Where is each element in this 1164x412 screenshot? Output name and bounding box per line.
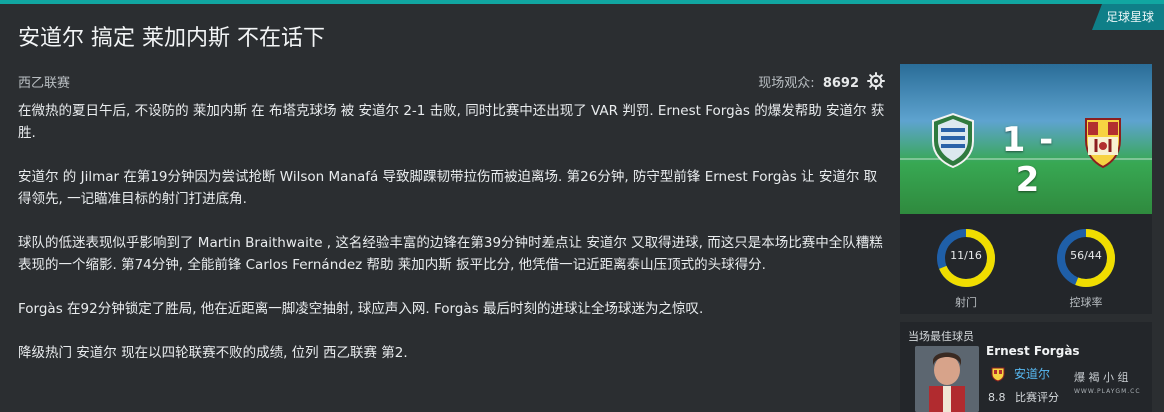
andorra-crest-icon	[1085, 118, 1121, 169]
shots-value: 11/16	[950, 249, 982, 262]
rating-row: 8.8 比赛评分	[988, 389, 1059, 405]
watermark-line-2: WWW.PLAYGM.CC	[1074, 388, 1141, 395]
rating-value: 8.8	[988, 391, 1006, 404]
report-paragraph: 球队的低迷表现似乎影响到了 Martin Braithwaite , 这名经验丰…	[18, 235, 883, 273]
report-paragraph: Forgàs 在92分钟锁定了胜局, 他在近距离一脚凌空抽射, 球应声入网. F…	[18, 301, 704, 317]
attendance-label: 现场观众:	[758, 75, 815, 91]
report-meta-row: 西乙联赛 现场观众: 8692	[18, 71, 885, 91]
competition-label: 西乙联赛	[18, 75, 71, 91]
possession-ring: 56/44	[1054, 226, 1118, 290]
shots-label: 射门	[955, 296, 977, 309]
attendance-info: 现场观众: 8692	[758, 72, 885, 91]
watermark: 爆 褐 小 组 WWW.PLAYGM.CC	[1074, 371, 1160, 401]
report-paragraph: 在微热的夏日午后, 不设防的 莱加内斯 在 布塔克球场 被 安道尔 2-1 击败…	[18, 103, 885, 141]
page-title: 安道尔 搞定 莱加内斯 不在话下	[18, 26, 325, 51]
gear-icon[interactable]	[867, 72, 885, 90]
match-stats: 11/16 射门 56/44 控球率	[900, 214, 1152, 314]
rating-label: 比赛评分	[1015, 391, 1059, 404]
leganes-crest-icon	[932, 112, 974, 169]
match-summary-panel: 1 - 2 11/16 射门 56/44 控球率 当场最佳球员 Ernest F…	[900, 64, 1152, 412]
corner-tag: 足球星球	[1091, 4, 1164, 30]
club-row[interactable]: 安道尔	[990, 365, 1050, 382]
shots-stat: 11/16 射门	[934, 226, 998, 310]
possession-label: 控球率	[1069, 296, 1103, 309]
club-link[interactable]: 安道尔	[1014, 365, 1050, 382]
scoreboard: 1 - 2	[900, 64, 1152, 214]
best-player-title: 当场最佳球员	[908, 330, 974, 343]
possession-stat: 56/44 控球率	[1054, 226, 1118, 310]
andorra-crest-icon	[991, 367, 1005, 382]
report-paragraph: 安道尔 的 Jilmar 在第19分钟因为尝试抢断 Wilson Manafá …	[18, 169, 878, 207]
top-accent-bar	[0, 0, 1164, 4]
possession-value: 56/44	[1070, 249, 1102, 262]
match-score: 1 - 2	[1001, 120, 1055, 200]
report-paragraph: 降级热门 安道尔 现在以四轮联赛不败的成绩, 位列 西乙联赛 第2.	[18, 345, 408, 361]
watermark-line-1: 爆 褐 小 组	[1074, 371, 1129, 384]
report-section: 西乙联赛 现场观众: 8692 在微热的夏日午后, 不设防的 莱加内斯 在 布塔…	[0, 60, 894, 405]
attendance-value: 8692	[822, 75, 859, 91]
shots-ring: 11/16	[934, 226, 998, 290]
avatar	[915, 346, 979, 412]
match-report: 在微热的夏日午后, 不设防的 莱加内斯 在 布塔克球场 被 安道尔 2-1 击败…	[18, 100, 890, 386]
player-name: Ernest Forgàs	[986, 344, 1080, 358]
